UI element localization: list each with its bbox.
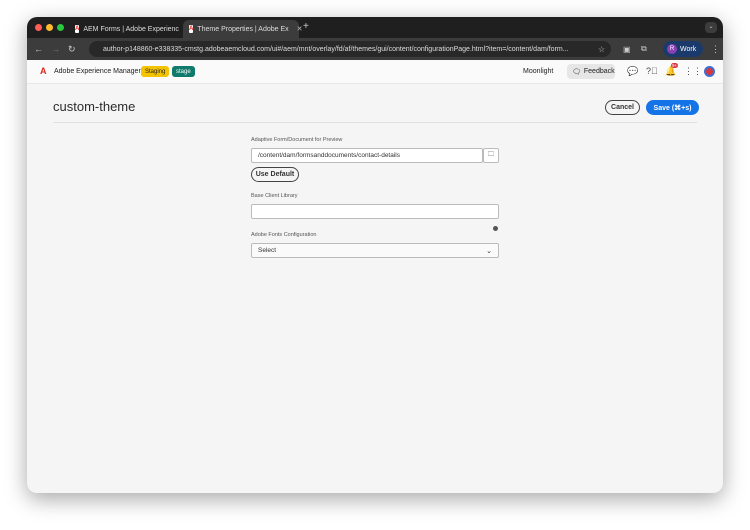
chevron-down-icon: ⌄: [486, 247, 492, 255]
new-tab-button[interactable]: +: [303, 21, 309, 32]
feedback-icon: 🗨: [572, 68, 581, 76]
profile-avatar: R: [667, 44, 677, 54]
address-bar-row: ← → ↻ author-p148860-e338335-cmstg.adobe…: [27, 38, 723, 60]
cancel-button[interactable]: Cancel: [605, 100, 640, 115]
extensions-puzzle-icon[interactable]: ⧉: [641, 44, 647, 54]
notification-badge: 9+: [671, 63, 679, 68]
tab-title: Theme Properties | Adobe Ex: [197, 25, 289, 33]
browser-tab[interactable]: AAEM Forms | Adobe Experienc✕: [69, 20, 193, 38]
tab-title: AEM Forms | Adobe Experienc: [83, 25, 179, 33]
env-badge: Staging: [141, 66, 170, 77]
app-name[interactable]: Adobe Experience Manager: [54, 68, 141, 75]
page-title: custom-theme: [53, 99, 136, 114]
client-library-label: Base Client Library: [251, 193, 298, 199]
aem-header: A Adobe Experience Manager Staging stage…: [27, 60, 723, 84]
tab-bar: AAEM Forms | Adobe Experienc✕ ATheme Pro…: [27, 17, 723, 38]
close-window-button[interactable]: [35, 24, 42, 31]
feedback-label: Feedback: [583, 68, 615, 75]
close-tab-icon[interactable]: ✕: [297, 25, 303, 33]
save-button[interactable]: Save (⌘+s): [646, 100, 699, 115]
client-library-input[interactable]: [251, 204, 499, 219]
browser-tab-active[interactable]: A Theme Properties | Adobe Ex ✕: [183, 20, 303, 38]
browse-folder-button[interactable]: 🗀: [483, 148, 499, 163]
user-avatar[interactable]: [704, 66, 715, 77]
folder-icon: 🗀: [487, 151, 495, 158]
reload-icon[interactable]: ↻: [68, 44, 76, 55]
minimize-window-button[interactable]: [46, 24, 53, 31]
preview-path-value: /content/dam/formsanddocuments/contact-d…: [258, 152, 400, 159]
feedback-button[interactable]: 🗨 Feedback: [567, 64, 615, 79]
adobe-icon: A: [189, 25, 194, 33]
tab-search-button[interactable]: ⌄: [705, 22, 717, 33]
help-icon[interactable]: ?⃝: [646, 66, 658, 76]
browser-menu-icon[interactable]: ⋮: [711, 44, 720, 55]
info-icon[interactable]: [493, 226, 498, 231]
whats-new-icon[interactable]: 💬: [627, 66, 638, 77]
url-input[interactable]: author-p148860-e338335-cmstg.adobeaemclo…: [89, 41, 611, 57]
url-text: author-p148860-e338335-cmstg.adobeaemclo…: [103, 45, 569, 53]
org-switcher[interactable]: Moonlight: [523, 68, 553, 75]
fonts-config-value: Select: [258, 247, 277, 254]
divider: [53, 122, 697, 123]
env-badge: stage: [172, 66, 195, 77]
fonts-config-select[interactable]: Select ⌄: [251, 243, 499, 258]
profile-label: Work: [680, 45, 697, 53]
app-switcher-icon[interactable]: ⋮⋮: [684, 66, 702, 77]
back-icon[interactable]: ←: [34, 44, 43, 54]
preview-path-input[interactable]: /content/dam/formsanddocuments/contact-d…: [251, 148, 483, 163]
profile-button[interactable]: R Work: [663, 41, 703, 57]
use-default-button[interactable]: Use Default: [251, 167, 299, 182]
extension-icon[interactable]: ▣: [623, 45, 631, 54]
forward-icon[interactable]: →: [51, 44, 60, 54]
browser-window: AAEM Forms | Adobe Experienc✕ ATheme Pro…: [27, 17, 723, 493]
maximize-window-button[interactable]: [57, 24, 64, 31]
bookmark-star-icon[interactable]: ☆: [598, 45, 605, 54]
adobe-icon: A: [75, 25, 80, 33]
preview-label: Adaptive Form/Document for Preview: [251, 137, 343, 143]
fonts-config-label: Adobe Fonts Configuration: [251, 232, 317, 238]
adobe-logo-icon: A: [40, 66, 47, 76]
